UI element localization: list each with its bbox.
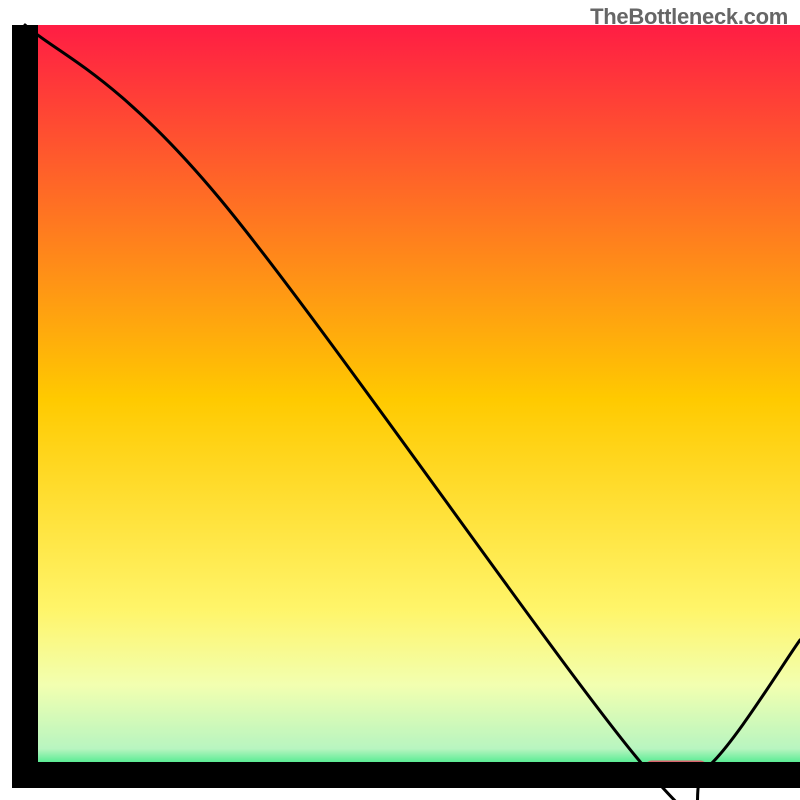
plot-background [25,25,800,775]
chart-container: { "attribution": "TheBottleneck.com", "c… [0,0,800,800]
bottleneck-chart [0,0,800,800]
